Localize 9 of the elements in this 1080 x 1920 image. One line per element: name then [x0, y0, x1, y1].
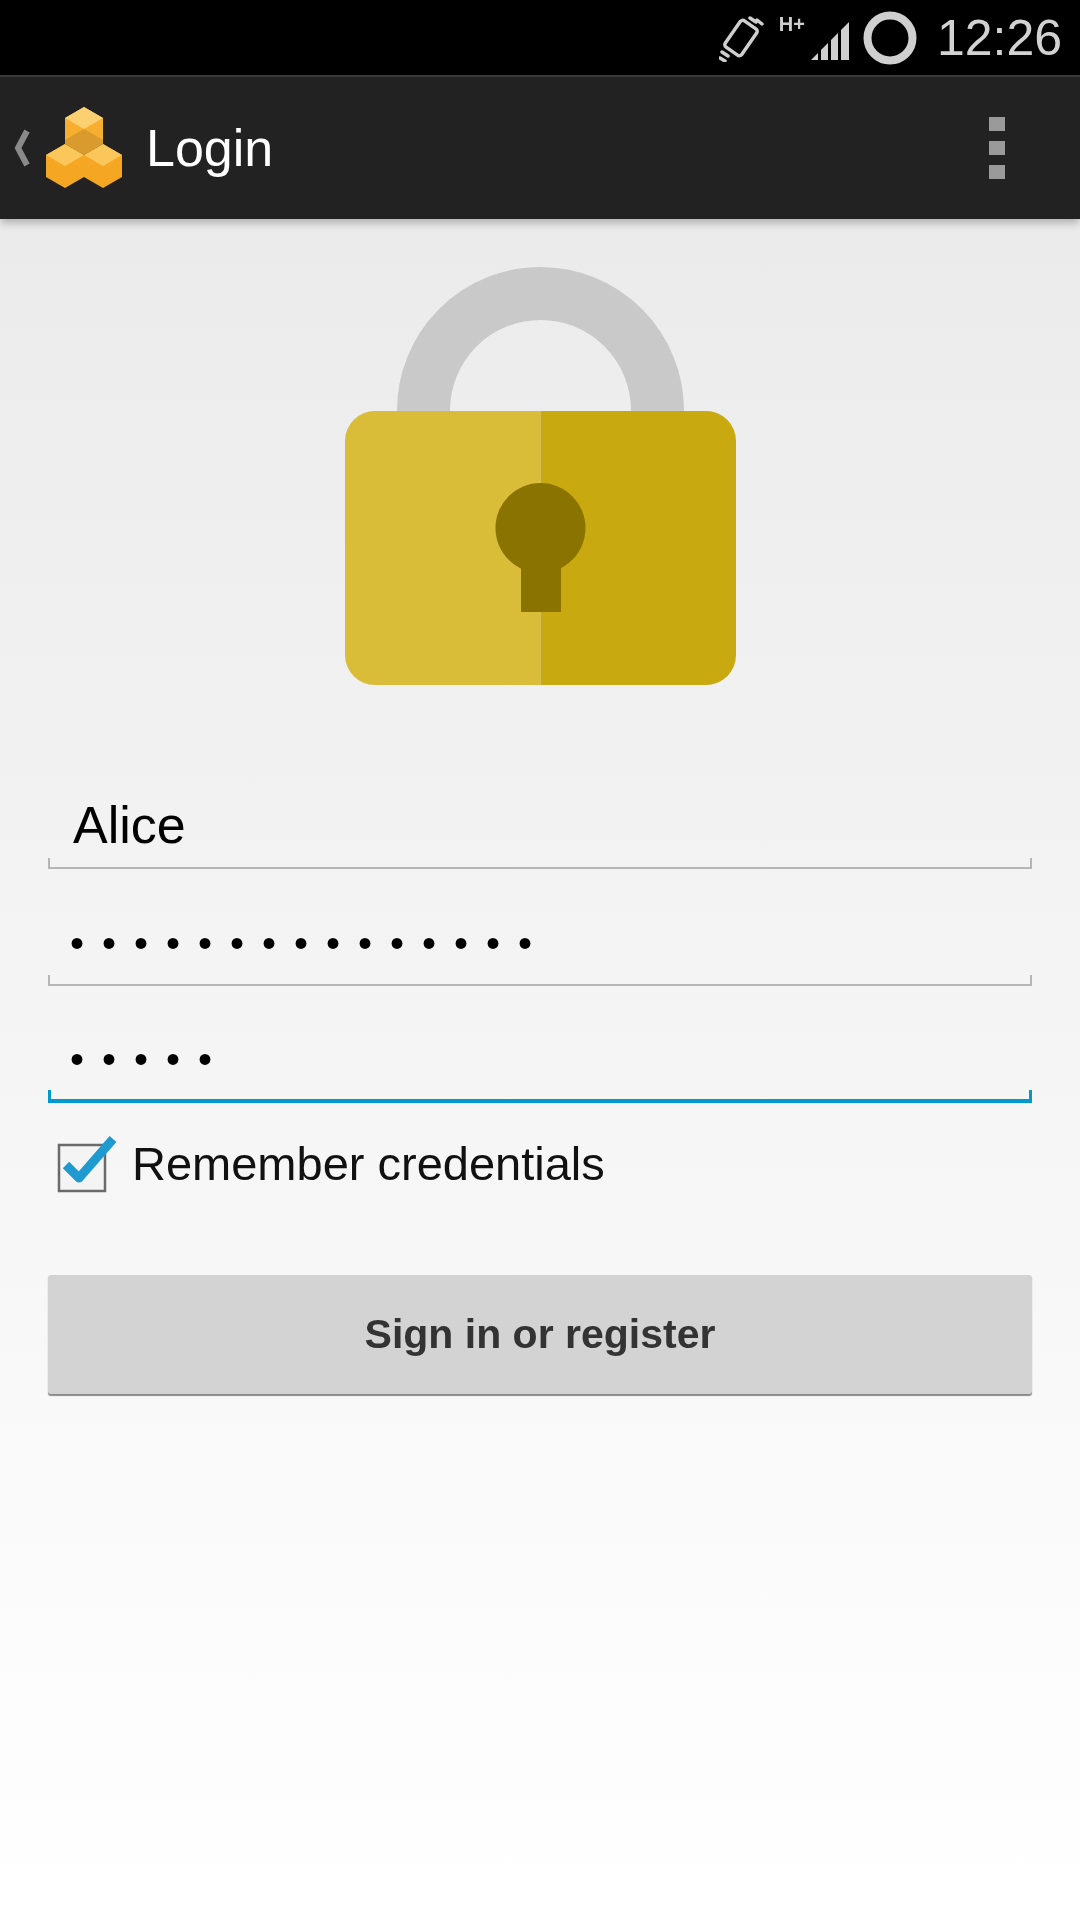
checkbox-label: Remember credentials: [132, 1139, 605, 1187]
sign-in-button[interactable]: Sign in or register: [48, 1275, 1032, 1394]
status-time: 12:26: [936, 12, 1062, 63]
vibrate-phone-icon: [718, 13, 765, 62]
ring-icon: [862, 10, 917, 65]
network-type-label: H+: [778, 14, 805, 34]
more-menu-icon[interactable]: [989, 117, 1005, 179]
back-caret-icon[interactable]: [14, 129, 30, 167]
checkbox[interactable]: [56, 1133, 118, 1193]
